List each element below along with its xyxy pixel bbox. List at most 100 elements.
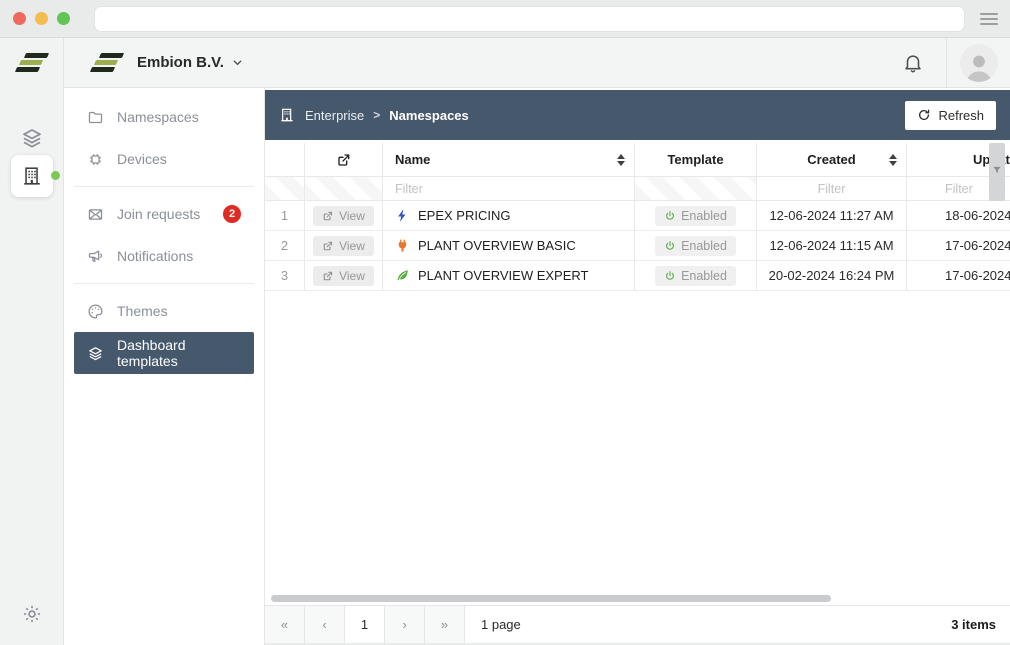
page-count-label: 1 page: [481, 617, 521, 632]
first-page-button[interactable]: «: [265, 606, 305, 643]
status-badge: Enabled: [655, 206, 736, 226]
sidebar-item-devices[interactable]: Devices: [74, 138, 254, 180]
sort-icon[interactable]: [617, 154, 625, 166]
status-label: Enabled: [681, 269, 727, 283]
status-badge: Enabled: [655, 266, 736, 286]
table-row: 1 View EPEX PRICING Enabled: [265, 201, 1010, 231]
sort-icon[interactable]: [889, 154, 897, 166]
embion-logo-icon: [15, 53, 49, 72]
table-row: 2 View PLANT OVERVIEW BASIC Enabled: [265, 231, 1010, 261]
bell-icon: [902, 52, 924, 74]
minimize-window-button[interactable]: [35, 12, 48, 25]
breadcrumb-enterprise[interactable]: Enterprise: [305, 108, 364, 123]
sidebar-item-label: Notifications: [117, 248, 193, 264]
sidebar-divider: [74, 283, 254, 284]
name-cell: EPEX PRICING: [383, 201, 635, 230]
filter-cell-created: [757, 177, 907, 200]
status-badge: Enabled: [655, 236, 736, 256]
status-label: Enabled: [681, 209, 727, 223]
org-name: Embion B.V.: [137, 54, 224, 71]
created-cell: 20-02-2024 16:24 PM: [757, 261, 907, 290]
sidebar-item-label: Namespaces: [117, 109, 199, 125]
main-content: Enterprise > Namespaces Refresh: [265, 88, 1010, 643]
sidebar-item-label: Themes: [117, 303, 168, 319]
building-icon: [279, 107, 295, 123]
embion-logo-icon: [90, 53, 124, 72]
lightning-icon: [395, 208, 410, 223]
layers-icon: [20, 126, 44, 150]
filter-disabled-cell: [305, 177, 383, 200]
status-label: Enabled: [681, 239, 727, 253]
traffic-lights: [13, 12, 70, 25]
header-name-label: Name: [395, 152, 430, 167]
status-cell: Enabled: [635, 201, 757, 230]
horizontal-scrollbar-thumb[interactable]: [271, 595, 831, 602]
sidebar: Namespaces Devices Join requests 2 Notif…: [64, 88, 265, 645]
breadcrumb-bar: Enterprise > Namespaces Refresh: [265, 90, 1010, 140]
last-page-button[interactable]: »: [425, 606, 465, 643]
browser-menu-icon[interactable]: [980, 13, 998, 25]
updated-cell: 17-06-2024 14:: [907, 231, 1010, 260]
zoom-window-button[interactable]: [57, 12, 70, 25]
view-button[interactable]: View: [313, 206, 374, 226]
template-name: EPEX PRICING: [418, 208, 510, 223]
filter-disabled-cell: [635, 177, 757, 200]
header-created-label: Created: [807, 152, 855, 167]
refresh-button[interactable]: Refresh: [905, 101, 996, 130]
user-menu-button[interactable]: [946, 38, 1010, 87]
current-page-button[interactable]: 1: [345, 606, 385, 643]
megaphone-icon: [87, 248, 104, 265]
rail-enterprise-button[interactable]: [11, 155, 53, 197]
column-filter-button[interactable]: [989, 143, 1005, 201]
view-label: View: [339, 269, 365, 283]
created-filter-input[interactable]: [757, 177, 906, 200]
row-index: 1: [265, 201, 305, 230]
name-cell: PLANT OVERVIEW EXPERT: [383, 261, 635, 290]
address-bar[interactable]: [94, 6, 965, 32]
table-filter-row: [265, 177, 1010, 201]
power-icon: [664, 210, 676, 222]
sidebar-item-label: Join requests: [117, 206, 200, 222]
close-window-button[interactable]: [13, 12, 26, 25]
settings-button[interactable]: [0, 603, 64, 625]
table-row: 3 View PLANT OVERVIEW EXPERT Enabled: [265, 261, 1010, 291]
browser-window: Embion B.V. Namespaces: [0, 0, 1010, 645]
view-button[interactable]: View: [313, 236, 374, 256]
notifications-bell-button[interactable]: [880, 38, 946, 87]
sidebar-item-join-requests[interactable]: Join requests 2: [74, 193, 254, 235]
sidebar-item-label: Dashboard templates: [117, 337, 241, 369]
sidebar-item-notifications[interactable]: Notifications: [74, 235, 254, 277]
header-index: [265, 143, 305, 176]
sidebar-item-dashboard-templates[interactable]: Dashboard templates: [74, 332, 254, 374]
next-page-button[interactable]: ›: [385, 606, 425, 643]
status-cell: Enabled: [635, 231, 757, 260]
chip-icon: [87, 151, 104, 168]
header-name[interactable]: Name: [383, 143, 635, 176]
template-name: PLANT OVERVIEW EXPERT: [418, 268, 589, 283]
header-template[interactable]: Template: [635, 143, 757, 176]
envelope-icon: [87, 206, 104, 223]
updated-cell: 17-06-2024 16:: [907, 261, 1010, 290]
sidebar-item-namespaces[interactable]: Namespaces: [74, 96, 254, 138]
leaf-icon: [395, 268, 410, 283]
palette-icon: [87, 303, 104, 320]
funnel-icon: [992, 165, 1002, 175]
refresh-icon: [917, 108, 931, 122]
header-created[interactable]: Created: [757, 143, 907, 176]
power-icon: [664, 240, 676, 252]
app-rail: [0, 38, 64, 645]
pagination-bar: « ‹ 1 › » 1 page 3 items: [265, 605, 1010, 643]
horizontal-scrollbar: [265, 594, 1010, 603]
name-filter-input[interactable]: [383, 177, 634, 200]
prev-page-button[interactable]: ‹: [305, 606, 345, 643]
updated-cell: 18-06-2024 12:: [907, 201, 1010, 230]
table-header-row: Name Template Created Updated: [265, 143, 1010, 177]
header-view: [305, 143, 383, 176]
name-cell: PLANT OVERVIEW BASIC: [383, 231, 635, 260]
online-status-dot: [51, 171, 60, 180]
folder-icon: [87, 109, 104, 126]
org-switcher-button[interactable]: [231, 56, 244, 69]
breadcrumb-namespaces: Namespaces: [389, 108, 469, 123]
sidebar-item-themes[interactable]: Themes: [74, 290, 254, 332]
view-button[interactable]: View: [313, 266, 374, 286]
